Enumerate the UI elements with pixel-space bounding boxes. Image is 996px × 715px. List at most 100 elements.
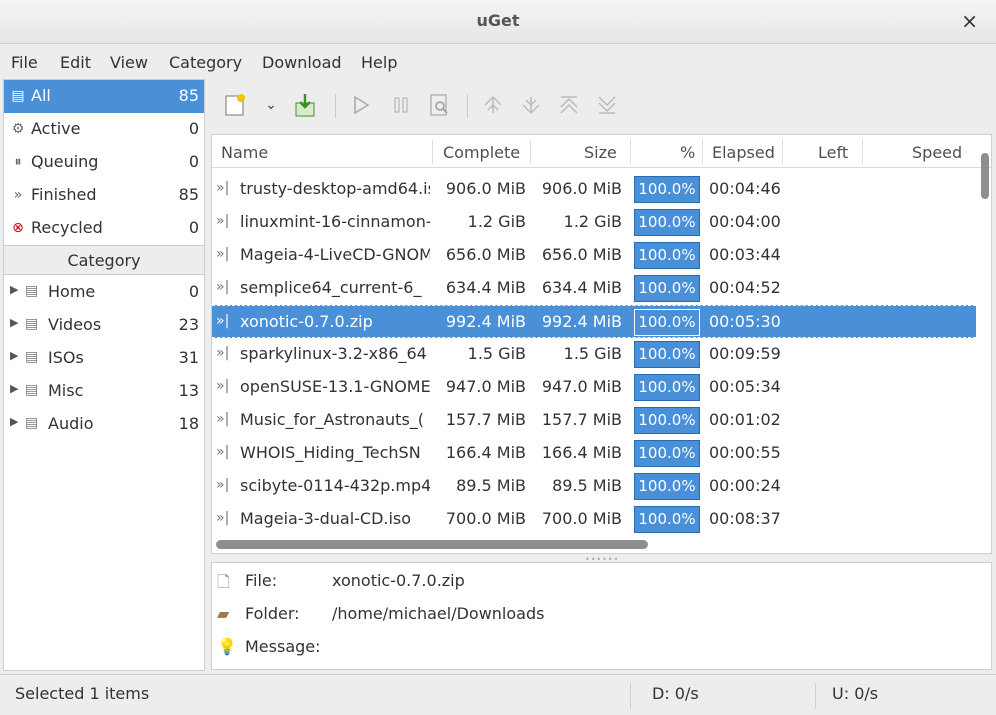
filter-all[interactable]: ▤ All 85: [4, 80, 204, 113]
details-panel: 🗋 File: xonotic-0.7.0.zip ▰ Folder: /hom…: [211, 562, 992, 670]
column-name[interactable]: Name: [221, 143, 268, 162]
column-speed[interactable]: Speed: [912, 143, 962, 162]
cell-elapsed: 00:04:00: [709, 212, 781, 231]
detail-value: xonotic-0.7.0.zip: [332, 571, 465, 590]
pane-resize-handle[interactable]: ••••••: [585, 555, 619, 564]
move-top-icon[interactable]: [479, 91, 507, 119]
category-count: 0: [188, 282, 199, 301]
category-home[interactable]: ▶ ▤ Home 0: [4, 276, 204, 309]
horizontal-scrollbar[interactable]: [216, 540, 648, 549]
filter-count: 85: [178, 185, 199, 204]
finished-icon: »|: [216, 378, 230, 394]
expand-arrow-icon[interactable]: ▶: [10, 349, 18, 362]
lightbulb-icon: 💡: [217, 637, 237, 656]
new-download-icon[interactable]: [221, 91, 249, 119]
cell-elapsed: 00:05:30: [709, 312, 781, 331]
expand-arrow-icon[interactable]: ▶: [10, 316, 18, 329]
finished-icon: »|: [216, 345, 230, 361]
cell-name: trusty-desktop-amd64.iso: [240, 179, 430, 198]
category-videos[interactable]: ▶ ▤ Videos 23: [4, 309, 204, 342]
category-isos[interactable]: ▶ ▤ ISOs 31: [4, 342, 204, 375]
table-row[interactable]: »| sparkylinux-3.2-x86_64 1.5 GiB 1.5 Gi…: [212, 338, 976, 371]
table-row[interactable]: »| linuxmint-16-cinnamon-dvd 1.2 GiB 1.2…: [212, 206, 976, 239]
finished-icon: »|: [216, 180, 230, 196]
recycled-icon: ⊗: [12, 220, 24, 236]
cell-name: linuxmint-16-cinnamon-dvd: [240, 212, 430, 231]
cell-size: 992.4 MiB: [541, 312, 622, 331]
menu-file[interactable]: File: [11, 53, 38, 72]
category-header: Category: [4, 245, 204, 275]
dropdown-chevron-icon[interactable]: ⌄: [257, 91, 285, 119]
progress-bar: 100.0%: [634, 242, 700, 269]
progress-bar: 100.0%: [634, 275, 700, 302]
move-bottom-icon[interactable]: [593, 91, 621, 119]
expand-arrow-icon[interactable]: ▶: [10, 283, 18, 296]
category-icon: ▤: [25, 382, 39, 398]
properties-icon[interactable]: [425, 91, 453, 119]
progress-bar: 100.0%: [634, 309, 700, 336]
selection-status: Selected 1 items: [15, 684, 150, 703]
category-label: ISOs: [48, 348, 84, 367]
menu-category[interactable]: Category: [169, 53, 242, 72]
menu-view[interactable]: View: [110, 53, 148, 72]
column-left[interactable]: Left: [818, 143, 848, 162]
category-count: 18: [178, 414, 199, 433]
table-row-selected[interactable]: »| xonotic-0.7.0.zip 992.4 MiB 992.4 MiB…: [212, 305, 976, 338]
category-audio[interactable]: ▶ ▤ Audio 18: [4, 408, 204, 441]
menu-edit[interactable]: Edit: [60, 53, 91, 72]
menu-download[interactable]: Download: [262, 53, 342, 72]
download-speed: D: 0/s: [652, 684, 699, 703]
menu-help[interactable]: Help: [361, 53, 397, 72]
table-row[interactable]: »| WHOIS_Hiding_TechSN 166.4 MiB 166.4 M…: [212, 437, 976, 470]
toolbar: ⌄: [211, 82, 994, 130]
column-size[interactable]: Size: [584, 143, 617, 162]
category-label: Home: [48, 282, 96, 301]
batch-download-icon[interactable]: [291, 91, 319, 119]
finished-icon: »: [13, 187, 23, 203]
filter-label: All: [31, 86, 51, 105]
cell-elapsed: 00:00:55: [709, 443, 781, 462]
cell-complete: 89.5 MiB: [456, 476, 526, 495]
finished-icon: »|: [216, 444, 230, 460]
move-down-icon[interactable]: [517, 91, 545, 119]
filter-queuing[interactable]: ⏸ Queuing 0: [4, 146, 204, 179]
expand-arrow-icon[interactable]: ▶: [10, 382, 18, 395]
table-row[interactable]: »| semplice64_current-6_ 634.4 MiB 634.4…: [212, 272, 976, 305]
start-icon[interactable]: [347, 91, 375, 119]
title-bar: uGet ×: [0, 0, 996, 44]
cell-name: semplice64_current-6_: [240, 278, 422, 297]
detail-label: File:: [245, 571, 278, 590]
progress-bar: 100.0%: [634, 506, 700, 533]
cell-name: Music_for_Astronauts_(: [240, 410, 425, 429]
move-up-icon[interactable]: [555, 91, 583, 119]
finished-icon: »|: [216, 246, 230, 262]
table-row[interactable]: »| trusty-desktop-amd64.iso 906.0 MiB 90…: [212, 173, 976, 206]
cell-complete: 700.0 MiB: [445, 509, 526, 528]
close-icon[interactable]: ×: [961, 9, 978, 33]
table-row[interactable]: »| Mageia-4-LiveCD-GNOME 656.0 MiB 656.0…: [212, 239, 976, 272]
filter-active[interactable]: ⚙ Active 0: [4, 113, 204, 146]
table-row[interactable]: »| Mageia-3-dual-CD.iso 700.0 MiB 700.0 …: [212, 503, 976, 536]
progress-bar: 100.0%: [634, 341, 700, 368]
progress-bar: 100.0%: [634, 374, 700, 401]
cell-size: 157.7 MiB: [541, 410, 622, 429]
vertical-scrollbar[interactable]: [981, 153, 989, 199]
column-elapsed[interactable]: Elapsed: [712, 143, 775, 162]
cell-name: scibyte-0114-432p.mp4: [240, 476, 430, 495]
table-row[interactable]: »| Music_for_Astronauts_( 157.7 MiB 157.…: [212, 404, 976, 437]
pause-icon[interactable]: [387, 91, 415, 119]
cell-elapsed: 00:01:02: [709, 410, 781, 429]
filter-count: 85: [178, 86, 199, 105]
column-percent[interactable]: %: [680, 143, 695, 162]
expand-arrow-icon[interactable]: ▶: [10, 415, 18, 428]
download-list: Name Complete Size % Elapsed Left Speed …: [211, 134, 992, 554]
column-complete[interactable]: Complete: [443, 143, 520, 162]
filter-recycled[interactable]: ⊗ Recycled 0: [4, 212, 204, 245]
filter-finished[interactable]: » Finished 85: [4, 179, 204, 212]
finished-icon: »|: [216, 279, 230, 295]
filter-label: Finished: [31, 185, 97, 204]
table-row[interactable]: »| scibyte-0114-432p.mp4 89.5 MiB 89.5 M…: [212, 470, 976, 503]
category-misc[interactable]: ▶ ▤ Misc 13: [4, 375, 204, 408]
category-label: Audio: [48, 414, 94, 433]
table-row[interactable]: »| openSUSE-13.1-GNOME 947.0 MiB 947.0 M…: [212, 371, 976, 404]
